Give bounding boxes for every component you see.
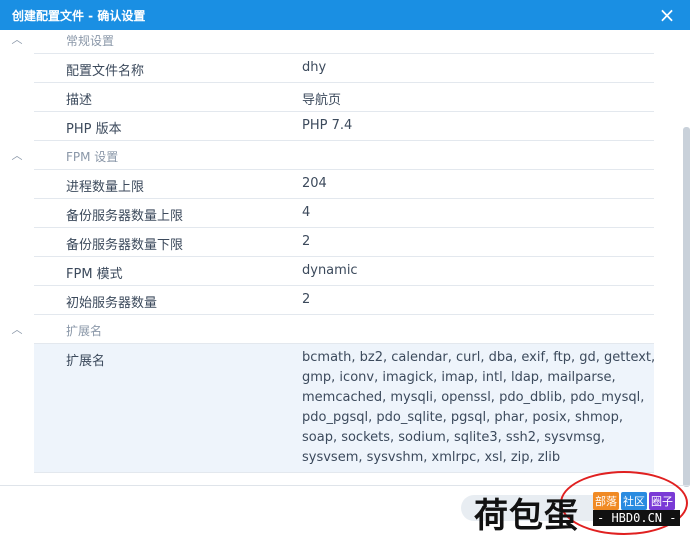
watermark-url: - HBD0.CN -	[593, 510, 681, 526]
chevron-up-icon[interactable]: ︿	[0, 147, 34, 163]
settings-summary: ︿ 常规设置 配置文件名称 dhy 描述 导航页 PHP 版本 PHP 7.4 …	[0, 30, 690, 485]
row-key: 描述	[66, 93, 93, 108]
chevron-up-icon[interactable]: ︿	[0, 321, 34, 337]
window-title: 创建配置文件 - 确认设置	[12, 9, 146, 23]
watermark-badge: 圈子	[649, 492, 675, 510]
row-value: PHP 7.4	[302, 118, 353, 133]
row-value: 204	[302, 176, 327, 191]
row-value: 4	[302, 205, 311, 220]
row-key: 初始服务器数量	[66, 296, 158, 311]
chevron-up-icon[interactable]: ︿	[0, 31, 34, 47]
row-key: 备份服务器数量下限	[66, 238, 184, 253]
row-fpm-mode: FPM 模式 dynamic	[34, 257, 654, 286]
row-value: bcmath, bz2, calendar, curl, dba, exif, …	[302, 350, 656, 465]
row-key: 配置文件名称	[66, 64, 145, 79]
row-value: 2	[302, 234, 311, 249]
row-value: dynamic	[302, 263, 358, 278]
row-min-spare-servers: 备份服务器数量下限 2	[34, 228, 654, 257]
watermark-badge: 社区	[621, 492, 647, 510]
section-label: 扩展名	[66, 324, 103, 338]
row-key: FPM 模式	[66, 267, 123, 282]
watermark-text: 荷包蛋	[474, 496, 579, 536]
row-extensions: 扩展名 bcmath, bz2, calendar, curl, dba, ex…	[34, 344, 655, 473]
row-key: 扩展名	[66, 354, 106, 369]
section-general[interactable]: ︿ 常规设置	[12, 30, 654, 54]
row-description: 描述 导航页	[34, 83, 654, 112]
section-label: FPM 设置	[66, 150, 119, 164]
row-key: 进程数量上限	[66, 180, 145, 195]
scrollbar[interactable]	[683, 127, 690, 487]
watermark-badge: 部落	[593, 492, 619, 510]
watermark-badges: 部落 社区 圈子	[593, 490, 677, 510]
row-start-servers: 初始服务器数量 2	[34, 286, 654, 315]
section-extensions[interactable]: ︿ 扩展名	[12, 315, 654, 344]
title-bar: 创建配置文件 - 确认设置 ×	[0, 0, 690, 30]
row-max-processes: 进程数量上限 204	[34, 170, 654, 199]
row-value: 2	[302, 292, 311, 307]
row-max-spare-servers: 备份服务器数量上限 4	[34, 199, 654, 228]
row-key: 备份服务器数量上限	[66, 209, 184, 224]
close-icon[interactable]: ×	[654, 2, 680, 28]
row-php-version: PHP 版本 PHP 7.4	[34, 112, 654, 141]
section-label: 常规设置	[66, 34, 115, 48]
row-key: PHP 版本	[66, 122, 122, 137]
section-fpm[interactable]: ︿ FPM 设置	[12, 141, 654, 170]
row-profile-name: 配置文件名称 dhy	[34, 54, 654, 83]
row-value: 导航页	[302, 93, 342, 108]
row-value: dhy	[302, 60, 327, 75]
